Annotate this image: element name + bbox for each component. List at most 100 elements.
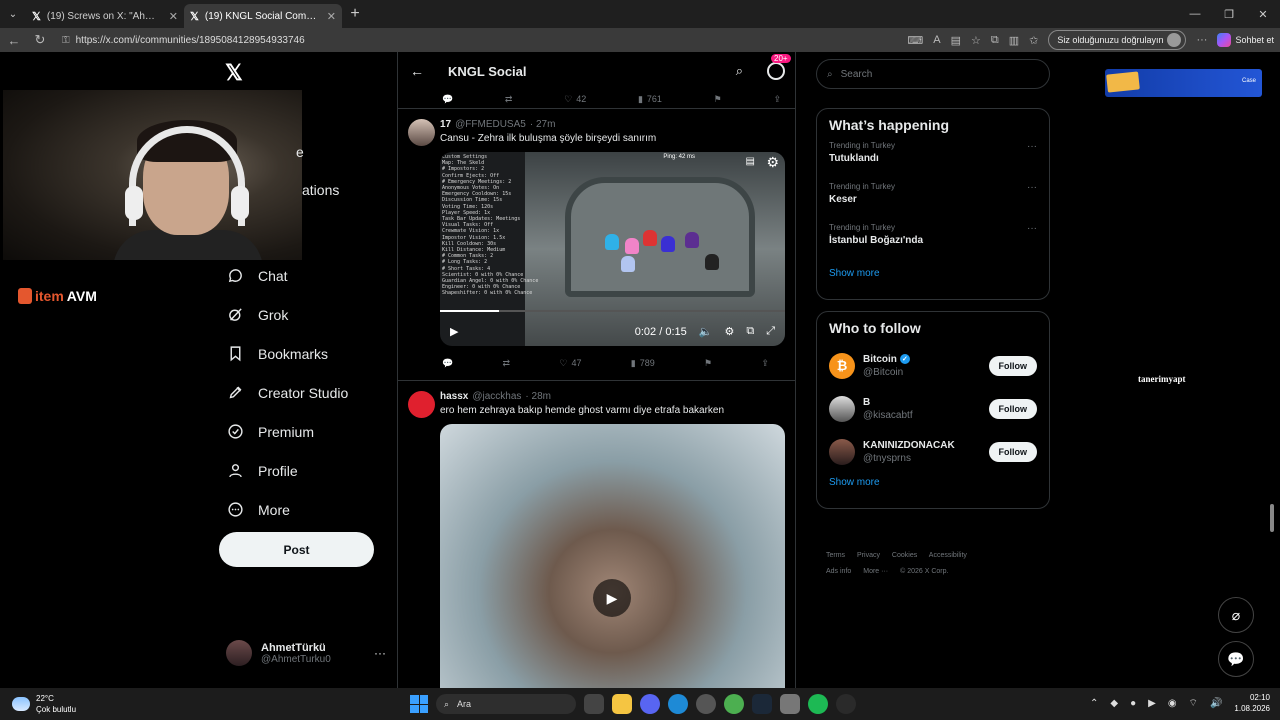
trend-item[interactable]: Trending in Turkey Tutuklandı ··· xyxy=(829,141,1037,182)
play-icon[interactable]: ▶ xyxy=(450,325,458,338)
maximize-icon[interactable]: ❐ xyxy=(1212,8,1246,21)
app-icon[interactable] xyxy=(836,694,856,714)
volume-icon[interactable]: 🔈 xyxy=(699,325,713,338)
video-player[interactable]: ▶ xyxy=(440,424,785,688)
x-home-logo[interactable]: 𝕏 xyxy=(225,60,243,86)
tray-app-icon[interactable]: ● xyxy=(1130,698,1136,709)
footer-link[interactable]: Ads info xyxy=(826,568,851,575)
reader-icon[interactable]: ▤ xyxy=(951,34,961,47)
favorites-icon[interactable]: ✩ xyxy=(1029,34,1038,47)
tweet-time[interactable]: · 27m xyxy=(530,119,556,130)
translate-icon[interactable]: ⌨ xyxy=(907,34,923,47)
split-icon[interactable]: ▥ xyxy=(1009,34,1019,47)
back-icon[interactable]: ← xyxy=(6,33,22,48)
like-button[interactable]: ♡ 47 xyxy=(559,358,581,369)
tweet-author-handle[interactable]: @jacckhas xyxy=(472,391,521,402)
tweet-author-handle[interactable]: @FFMEDUSA5 xyxy=(455,119,526,130)
grok-fab[interactable]: ⌀ xyxy=(1218,597,1254,633)
new-tab-button[interactable]: + xyxy=(342,5,368,23)
tab-actions-icon[interactable]: ⌄ xyxy=(0,0,26,28)
chevron-up-icon[interactable]: ⌃ xyxy=(1090,698,1098,709)
share-icon[interactable]: ⇪ xyxy=(761,358,769,369)
close-icon[interactable]: ✕ xyxy=(327,10,336,23)
tweet-time[interactable]: · 28m xyxy=(525,391,551,402)
like-button[interactable]: ♡ 42 xyxy=(564,94,586,105)
read-aloud-icon[interactable]: A xyxy=(933,34,940,46)
nav-chat[interactable]: Chat xyxy=(226,256,348,295)
refresh-icon[interactable]: ↻ xyxy=(32,32,48,48)
copilot-chat-button[interactable]: Sohbet et xyxy=(1217,33,1274,47)
views-button[interactable]: ▮ 789 xyxy=(631,358,655,369)
volume-icon[interactable]: 🔊 xyxy=(1210,698,1222,709)
tweet-author-name[interactable]: hassx xyxy=(440,391,468,402)
close-icon[interactable]: ✕ xyxy=(169,10,178,23)
community-icon[interactable]: 20+ xyxy=(767,54,791,80)
follow-suggestion[interactable]: KANINIZDONACAK @tnysprns Follow xyxy=(829,430,1037,473)
app-icon[interactable] xyxy=(780,694,800,714)
tab-kngl-social[interactable]: 𝕏 (19) KNGL Social Community / X ✕ xyxy=(184,4,342,28)
trend-item[interactable]: Trending in Turkey İstanbul Boğazı'nda ·… xyxy=(829,223,1037,264)
steam-icon[interactable] xyxy=(752,694,772,714)
task-view-icon[interactable] xyxy=(584,694,604,714)
footer-link[interactable]: Privacy xyxy=(857,552,880,559)
windows-start-icon[interactable] xyxy=(410,695,428,713)
tweet[interactable]: hassx @jacckhas · 28m ◌ ··· ero hem zehr… xyxy=(398,381,795,688)
messages-fab[interactable]: 💬 xyxy=(1218,641,1254,677)
browser-menu-icon[interactable]: ··· xyxy=(1196,34,1207,46)
app-icon[interactable] xyxy=(696,694,716,714)
bookmark-icon[interactable]: ⚑ xyxy=(714,94,722,105)
edge-icon[interactable] xyxy=(668,694,688,714)
spotify-icon[interactable] xyxy=(808,694,828,714)
tweet-avatar[interactable] xyxy=(408,119,435,146)
nav-grok[interactable]: Grok xyxy=(226,295,348,334)
tray-app-icon[interactable]: ◉ xyxy=(1168,698,1177,709)
weather-widget[interactable]: 22°C Çok bulutlu xyxy=(0,693,200,715)
footer-link[interactable]: More ··· xyxy=(863,568,888,575)
tab-screws[interactable]: 𝕏 (19) Screws on X: "AhmetTurku Bu ✕ xyxy=(26,4,184,28)
pip-icon[interactable]: ⧉ xyxy=(746,325,754,338)
show-more-link[interactable]: Show more xyxy=(829,477,1037,488)
tweet-author-name[interactable]: 17 xyxy=(440,119,451,130)
reply-icon[interactable]: 💬 xyxy=(442,94,453,105)
nav-bookmarks[interactable]: Bookmarks xyxy=(226,334,348,373)
close-window-icon[interactable]: ✕ xyxy=(1246,8,1280,21)
bookmark-icon[interactable]: ⚑ xyxy=(704,358,712,369)
footer-link[interactable]: Cookies xyxy=(892,552,917,559)
tray-app-icon[interactable]: ▶ xyxy=(1148,698,1156,709)
nav-premium[interactable]: Premium xyxy=(226,412,348,451)
trend-more-icon[interactable]: ··· xyxy=(1027,141,1037,152)
tweet-avatar[interactable] xyxy=(408,391,435,418)
tweet[interactable]: 17 @FFMEDUSA5 · 27m ◌ ··· Cansu - Zehra … xyxy=(398,109,795,374)
video-player[interactable]: Custom Settings Map: The Skeld # Imposto… xyxy=(440,152,785,346)
follow-button[interactable]: Follow xyxy=(988,355,1037,376)
tray-app-icon[interactable]: ◆ xyxy=(1110,698,1118,709)
play-icon[interactable]: ▶ xyxy=(593,579,631,617)
post-button[interactable]: Post xyxy=(219,532,374,567)
follow-button[interactable]: Follow xyxy=(988,441,1037,462)
nav-more[interactable]: More xyxy=(226,490,348,529)
chrome-icon[interactable] xyxy=(724,694,744,714)
account-more-icon[interactable]: ··· xyxy=(374,646,386,660)
page-scrollbar[interactable] xyxy=(1270,504,1274,532)
follow-button[interactable]: Follow xyxy=(988,398,1037,419)
clock[interactable]: 02:10 1.08.2026 xyxy=(1234,692,1270,714)
minimize-icon[interactable]: — xyxy=(1178,8,1212,21)
trend-more-icon[interactable]: ··· xyxy=(1027,182,1037,193)
account-switcher[interactable]: AhmetTürkü @AhmetTurku0 ··· xyxy=(226,640,386,666)
footer-link[interactable]: Accessibility xyxy=(929,552,967,559)
nav-partial-label-notifications[interactable]: ations xyxy=(302,182,339,198)
back-arrow-icon[interactable]: ← xyxy=(410,63,424,79)
trend-item[interactable]: Trending in Turkey Keser ··· xyxy=(829,182,1037,223)
url-field[interactable]: ⚿ https://x.com/i/communities/1895084128… xyxy=(62,35,305,46)
favorite-star-icon[interactable]: ☆ xyxy=(971,34,981,47)
reply-icon[interactable]: 💬 xyxy=(442,358,453,369)
footer-link[interactable]: Terms xyxy=(826,552,845,559)
follow-suggestion[interactable]: B @kisacabtf Follow xyxy=(829,387,1037,430)
follow-suggestion[interactable]: ₿ Bitcoin ✓ @Bitcoin Follow xyxy=(829,344,1037,387)
file-explorer-icon[interactable] xyxy=(612,694,632,714)
fullscreen-icon[interactable]: ⤢ xyxy=(766,325,775,338)
views-button[interactable]: ▮ 761 xyxy=(638,94,662,105)
repost-icon[interactable]: ⇄ xyxy=(503,358,511,369)
video-progress-bar[interactable] xyxy=(440,310,785,312)
taskbar-search[interactable]: ⌕ Ara xyxy=(436,694,576,714)
